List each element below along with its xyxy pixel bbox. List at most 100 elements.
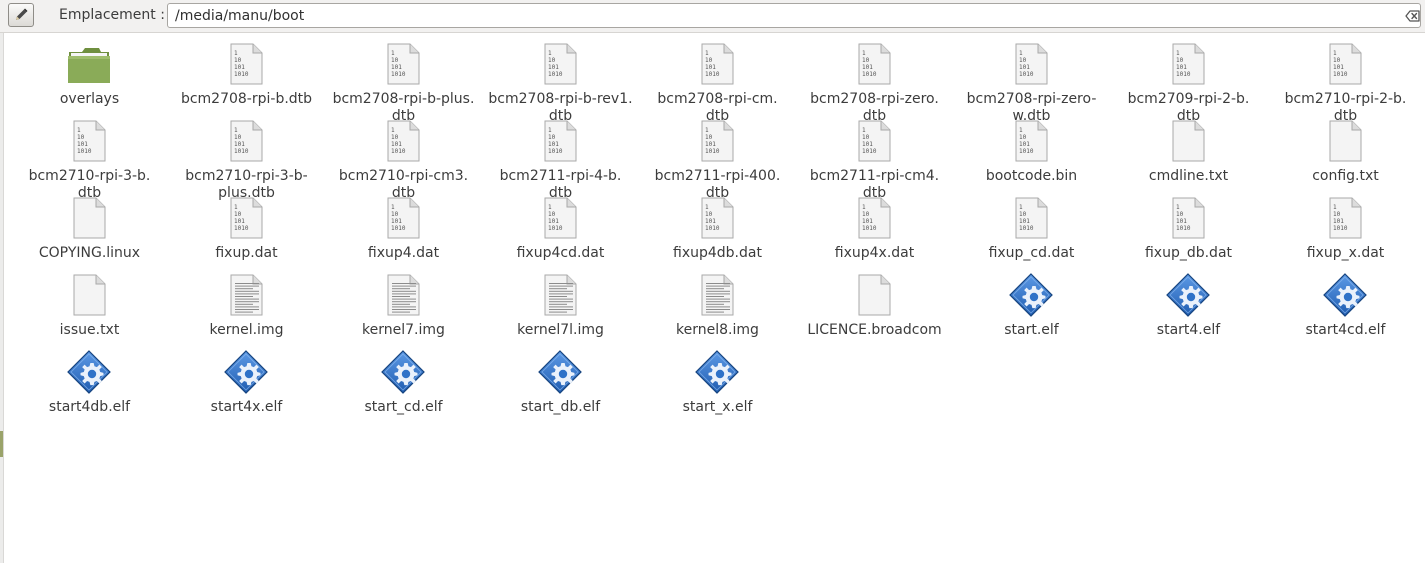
file-item[interactable]: start_cd.elf bbox=[325, 341, 482, 429]
file-item[interactable]: 1 10 101 1010 fixup_cd.dat bbox=[953, 187, 1110, 275]
file-name-label: fixup_db.dat bbox=[1144, 245, 1233, 261]
file-item[interactable]: start4.elf bbox=[1110, 264, 1267, 352]
svg-text:10: 10 bbox=[705, 57, 713, 64]
binary-file-icon: 1 10 101 1010 bbox=[538, 196, 582, 240]
svg-text:1010: 1010 bbox=[77, 148, 92, 155]
svg-text:101: 101 bbox=[548, 218, 559, 225]
file-item[interactable]: 1 10 101 1010 bcm2708-rpi-zero. dtb bbox=[796, 33, 953, 124]
file-item[interactable]: 1 10 101 1010 bcm2711-rpi-4-b. dtb bbox=[482, 110, 639, 201]
clear-text-icon[interactable] bbox=[1405, 8, 1421, 24]
file-name-label: fixup_x.dat bbox=[1306, 245, 1385, 261]
location-toolbar: Emplacement : bbox=[0, 0, 1425, 33]
file-item[interactable]: 1 10 101 1010 fixup4db.dat bbox=[639, 187, 796, 275]
binary-file-icon: 1 10 101 1010 bbox=[1323, 42, 1367, 86]
file-item[interactable]: kernel8.img bbox=[639, 264, 796, 352]
file-item[interactable]: start_db.elf bbox=[482, 341, 639, 429]
svg-text:1010: 1010 bbox=[548, 148, 563, 155]
svg-text:10: 10 bbox=[1019, 134, 1027, 141]
svg-text:10: 10 bbox=[862, 57, 870, 64]
file-item[interactable]: 1 10 101 1010 bcm2708-rpi-b-rev1. dtb bbox=[482, 33, 639, 124]
file-item[interactable]: 1 10 101 1010 fixup4cd.dat bbox=[482, 187, 639, 275]
file-item[interactable]: start4x.elf bbox=[168, 341, 325, 429]
file-item[interactable]: 1 10 101 1010 bcm2709-rpi-2-b. dtb bbox=[1110, 33, 1267, 124]
file-item[interactable]: 1 10 101 1010 fixup4x.dat bbox=[796, 187, 953, 275]
file-item[interactable]: kernel7.img bbox=[325, 264, 482, 352]
svg-text:1010: 1010 bbox=[862, 71, 877, 78]
file-item[interactable]: 1 10 101 1010 bcm2711-rpi-cm4. dtb bbox=[796, 110, 953, 201]
svg-text:1010: 1010 bbox=[1176, 225, 1191, 232]
svg-text:1: 1 bbox=[548, 50, 552, 57]
svg-text:101: 101 bbox=[1019, 64, 1030, 71]
file-item[interactable]: 1 10 101 1010 bcm2710-rpi-2-b. dtb bbox=[1267, 33, 1424, 124]
file-item[interactable]: COPYING.linux bbox=[11, 187, 168, 275]
svg-text:1010: 1010 bbox=[1019, 225, 1034, 232]
binary-file-icon: 1 10 101 1010 bbox=[224, 119, 268, 163]
side-pane-edge[interactable] bbox=[0, 33, 4, 563]
file-item[interactable]: 1 10 101 1010 bcm2710-rpi-3-b. dtb bbox=[11, 110, 168, 201]
binary-file-icon: 1 10 101 1010 bbox=[381, 196, 425, 240]
svg-text:101: 101 bbox=[234, 218, 245, 225]
toggle-location-button[interactable] bbox=[8, 3, 34, 27]
svg-text:1: 1 bbox=[1019, 204, 1023, 211]
svg-text:10: 10 bbox=[548, 134, 556, 141]
location-path-input[interactable] bbox=[167, 3, 1421, 28]
svg-text:101: 101 bbox=[391, 64, 402, 71]
blank-file-icon bbox=[67, 196, 111, 240]
file-item[interactable]: 1 10 101 1010 bootcode.bin bbox=[953, 110, 1110, 198]
file-name-label: fixup4db.dat bbox=[673, 245, 762, 261]
file-name-label: overlays bbox=[59, 91, 120, 107]
svg-text:1010: 1010 bbox=[548, 225, 563, 232]
svg-text:1010: 1010 bbox=[391, 225, 406, 232]
file-item[interactable]: 1 10 101 1010 bcm2711-rpi-400. dtb bbox=[639, 110, 796, 201]
binary-file-icon: 1 10 101 1010 bbox=[538, 42, 582, 86]
binary-file-icon: 1 10 101 1010 bbox=[1166, 42, 1210, 86]
file-item[interactable]: 1 10 101 1010 bcm2708-rpi-b-plus. dtb bbox=[325, 33, 482, 124]
svg-text:1010: 1010 bbox=[862, 225, 877, 232]
svg-text:10: 10 bbox=[1176, 57, 1184, 64]
svg-text:101: 101 bbox=[234, 64, 245, 71]
text-file-icon bbox=[381, 273, 425, 317]
binary-file-icon: 1 10 101 1010 bbox=[1323, 196, 1367, 240]
file-item[interactable]: overlays bbox=[11, 33, 168, 121]
file-item[interactable]: 1 10 101 1010 fixup_db.dat bbox=[1110, 187, 1267, 275]
file-item[interactable]: 1 10 101 1010 fixup_x.dat bbox=[1267, 187, 1424, 275]
svg-text:1: 1 bbox=[391, 127, 395, 134]
file-item[interactable]: kernel.img bbox=[168, 264, 325, 352]
file-item[interactable]: 1 10 101 1010 fixup.dat bbox=[168, 187, 325, 275]
file-item[interactable]: start_x.elf bbox=[639, 341, 796, 429]
file-item[interactable]: kernel7l.img bbox=[482, 264, 639, 352]
file-item[interactable]: config.txt bbox=[1267, 110, 1424, 198]
file-item[interactable]: LICENCE.broadcom bbox=[796, 264, 953, 352]
file-name-label: kernel8.img bbox=[676, 322, 759, 338]
binary-file-icon: 1 10 101 1010 bbox=[695, 196, 739, 240]
binary-file-icon: 1 10 101 1010 bbox=[1166, 196, 1210, 240]
file-name-label: fixup4cd.dat bbox=[516, 245, 605, 261]
file-name-label: start_db.elf bbox=[520, 399, 601, 415]
svg-text:1: 1 bbox=[77, 127, 81, 134]
svg-text:10: 10 bbox=[1333, 211, 1341, 218]
svg-text:1010: 1010 bbox=[1019, 148, 1034, 155]
file-name-label: kernel.img bbox=[209, 322, 284, 338]
file-item[interactable]: start4cd.elf bbox=[1267, 264, 1424, 352]
file-name-label: kernel7l.img bbox=[517, 322, 604, 338]
svg-text:10: 10 bbox=[77, 134, 85, 141]
executable-gear-icon bbox=[224, 350, 268, 394]
file-name-label: start_x.elf bbox=[682, 399, 753, 415]
binary-file-icon: 1 10 101 1010 bbox=[224, 42, 268, 86]
file-item[interactable]: 1 10 101 1010 bcm2708-rpi-cm. dtb bbox=[639, 33, 796, 124]
file-item[interactable]: 1 10 101 1010 bcm2708-rpi-zero- w.dtb bbox=[953, 33, 1110, 124]
file-item[interactable]: 1 10 101 1010 bcm2708-rpi-b.dtb bbox=[168, 33, 325, 121]
svg-text:1: 1 bbox=[1176, 204, 1180, 211]
file-item[interactable]: start.elf bbox=[953, 264, 1110, 352]
file-name-label: start.elf bbox=[1004, 322, 1059, 338]
svg-text:10: 10 bbox=[1019, 57, 1027, 64]
file-item[interactable]: 1 10 101 1010 bcm2710-rpi-3-b- plus.dtb bbox=[168, 110, 325, 201]
file-item[interactable]: cmdline.txt bbox=[1110, 110, 1267, 198]
file-item[interactable]: issue.txt bbox=[11, 264, 168, 352]
file-item[interactable]: 1 10 101 1010 fixup4.dat bbox=[325, 187, 482, 275]
svg-text:1010: 1010 bbox=[1333, 71, 1348, 78]
svg-text:1: 1 bbox=[234, 127, 238, 134]
file-item[interactable]: start4db.elf bbox=[11, 341, 168, 429]
file-item[interactable]: 1 10 101 1010 bcm2710-rpi-cm3. dtb bbox=[325, 110, 482, 201]
file-name-label: kernel7.img bbox=[362, 322, 445, 338]
